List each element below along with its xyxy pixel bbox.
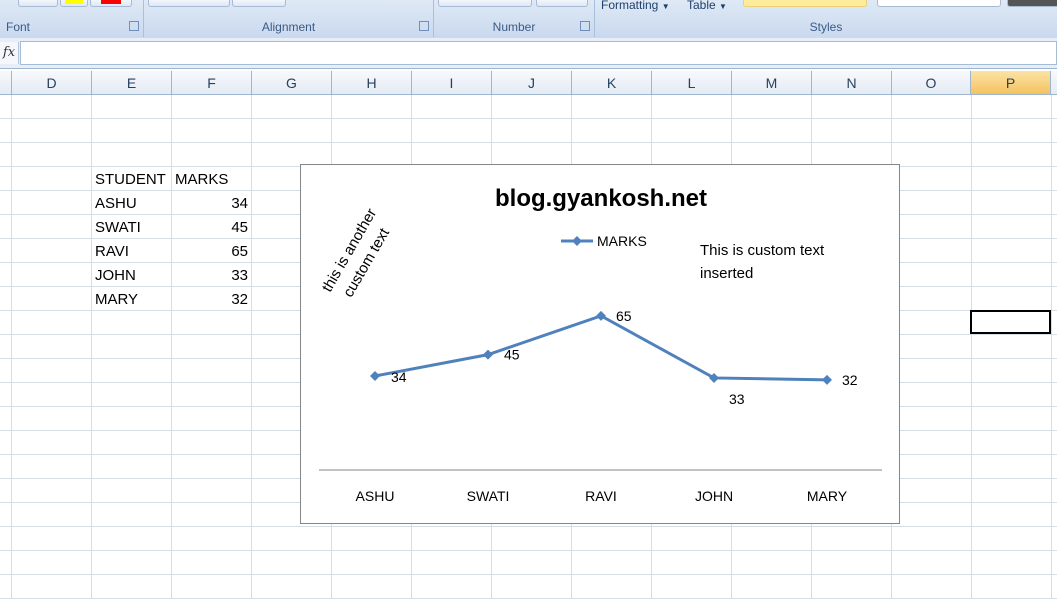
formula-input[interactable] bbox=[20, 41, 1057, 65]
data-label[interactable]: 65 bbox=[616, 308, 632, 324]
column-header-p[interactable]: P bbox=[971, 71, 1051, 95]
highlight-swatch bbox=[65, 0, 83, 4]
styles-group-label: Styles bbox=[809, 20, 843, 34]
table-cell-name[interactable]: RAVI bbox=[95, 240, 129, 264]
cell-style-swatch-2[interactable] bbox=[877, 0, 1001, 7]
column-header-e[interactable]: E bbox=[92, 71, 172, 95]
table-cell-marks[interactable]: 33 bbox=[172, 264, 248, 288]
data-point-marker[interactable] bbox=[483, 349, 493, 360]
font-color-swatch bbox=[101, 0, 121, 4]
column-header-h[interactable]: H bbox=[332, 71, 412, 95]
cell-style-swatch[interactable] bbox=[743, 0, 867, 7]
table-cell-marks[interactable]: 34 bbox=[172, 192, 248, 216]
cell-style-swatch-3[interactable] bbox=[1007, 0, 1057, 7]
legend-marker bbox=[572, 236, 582, 246]
custom-text-line: This is custom text bbox=[700, 242, 825, 259]
ribbon: Font Alignment Number Formatting ▼ Table… bbox=[0, 0, 1057, 39]
conditional-formatting-dropdown[interactable]: Formatting ▼ bbox=[601, 0, 670, 12]
data-label[interactable]: 45 bbox=[504, 347, 520, 363]
alignment-dialog-launcher-icon[interactable] bbox=[419, 21, 429, 31]
format-as-table-dropdown[interactable]: Table ▼ bbox=[687, 0, 727, 12]
table-cell-name[interactable]: JOHN bbox=[95, 264, 136, 288]
number-format-stub[interactable] bbox=[438, 0, 532, 7]
formula-bar: fx bbox=[0, 38, 1057, 69]
chevron-down-icon: ▼ bbox=[661, 2, 670, 11]
column-header-l[interactable]: L bbox=[652, 71, 732, 95]
highlight-color-button[interactable] bbox=[60, 0, 88, 7]
rotated-custom-text-annotation[interactable]: this is another custom text bbox=[319, 202, 401, 305]
table-cell-marks[interactable]: 45 bbox=[172, 216, 248, 240]
chart-title[interactable]: blog.gyankosh.net bbox=[495, 185, 707, 212]
table-label: Table bbox=[687, 0, 716, 12]
column-header-n[interactable]: N bbox=[812, 71, 892, 95]
column-header-g[interactable]: G bbox=[252, 71, 332, 95]
column-header-j[interactable]: J bbox=[492, 71, 572, 95]
x-axis-tick-label: SWATI bbox=[467, 488, 510, 504]
x-axis-tick-label: MARY bbox=[807, 488, 848, 504]
alignment-group: Alignment bbox=[144, 0, 434, 37]
data-label[interactable]: 33 bbox=[729, 391, 745, 407]
table-cell-name[interactable]: ASHU bbox=[95, 192, 137, 216]
column-header-partial[interactable] bbox=[0, 71, 12, 95]
font-dialog-launcher-icon[interactable] bbox=[129, 21, 139, 31]
line-chart[interactable]: blog.gyankosh.net MARKS This is custom t… bbox=[300, 164, 900, 524]
column-header-i[interactable]: I bbox=[412, 71, 492, 95]
data-point-marker[interactable] bbox=[370, 371, 380, 381]
data-point-marker[interactable] bbox=[822, 374, 832, 385]
x-axis-tick-label: RAVI bbox=[585, 488, 617, 504]
number-button-stub[interactable] bbox=[536, 0, 588, 7]
data-label[interactable]: 32 bbox=[842, 372, 858, 388]
column-header-partial-right[interactable] bbox=[1051, 71, 1057, 95]
number-group: Number bbox=[434, 0, 595, 37]
x-axis-tick-label: JOHN bbox=[695, 488, 733, 504]
table-header-marks[interactable]: MARKS bbox=[175, 168, 228, 192]
table-cell-name[interactable]: SWATI bbox=[95, 216, 141, 240]
font-group: Font bbox=[0, 0, 144, 37]
column-header-f[interactable]: F bbox=[172, 71, 252, 95]
table-cell-marks[interactable]: 32 bbox=[172, 288, 248, 312]
table-cell-marks[interactable]: 65 bbox=[172, 240, 248, 264]
data-label[interactable]: 34 bbox=[391, 369, 407, 385]
column-header-m[interactable]: M bbox=[732, 71, 812, 95]
active-cell-selection[interactable] bbox=[970, 310, 1051, 334]
alignment-button-stub[interactable] bbox=[148, 0, 230, 7]
column-header-d[interactable]: D bbox=[12, 71, 92, 95]
column-header-k[interactable]: K bbox=[572, 71, 652, 95]
number-dialog-launcher-icon[interactable] bbox=[580, 21, 590, 31]
number-group-label: Number bbox=[492, 20, 536, 34]
column-header-o[interactable]: O bbox=[892, 71, 971, 95]
alignment-group-label: Alignment bbox=[261, 20, 316, 34]
chart-svg: blog.gyankosh.net MARKS This is custom t… bbox=[319, 185, 882, 504]
formatting-label: Formatting bbox=[601, 0, 659, 12]
rotated-text: this is another custom text bbox=[319, 202, 401, 305]
plot-area: 34 ASHU 45 SWATI 65 RAVI 33 JOHN 32 MARY bbox=[356, 308, 858, 504]
font-color-button[interactable] bbox=[90, 0, 132, 7]
x-axis-tick-label: ASHU bbox=[356, 488, 395, 504]
custom-text-line: inserted bbox=[700, 265, 753, 282]
legend-label[interactable]: MARKS bbox=[597, 233, 647, 249]
insert-function-icon[interactable]: fx bbox=[0, 42, 19, 64]
chevron-down-icon: ▼ bbox=[719, 2, 727, 11]
alignment-button-stub-2[interactable] bbox=[232, 0, 286, 7]
table-cell-name[interactable]: MARY bbox=[95, 288, 138, 312]
custom-text-annotation[interactable]: This is custom text inserted bbox=[700, 242, 828, 282]
font-button-stub[interactable] bbox=[18, 0, 58, 7]
styles-group: Formatting ▼ Table ▼ Styles bbox=[595, 0, 1057, 37]
font-group-label: Font bbox=[6, 20, 31, 34]
table-header-student[interactable]: STUDENT bbox=[95, 168, 166, 192]
series-line-marks[interactable] bbox=[374, 314, 828, 382]
